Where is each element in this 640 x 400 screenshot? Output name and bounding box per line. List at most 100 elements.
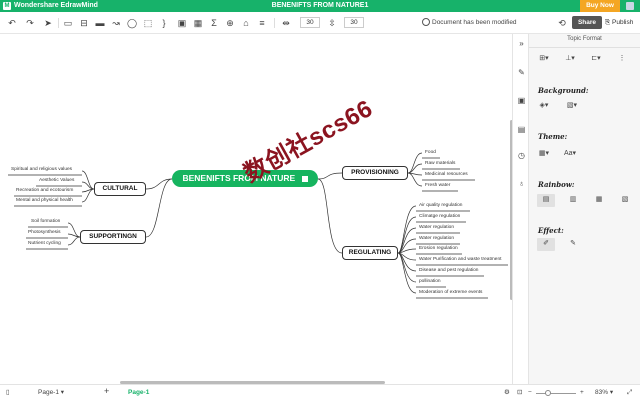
- image-icon[interactable]: ▣: [176, 17, 188, 29]
- fullscreen-icon[interactable]: ⤢: [627, 388, 632, 398]
- topic-icon[interactable]: ▭: [62, 17, 74, 29]
- share-button[interactable]: Share: [572, 16, 602, 29]
- subtopic[interactable]: Water Purification and waste treatment: [419, 257, 501, 262]
- theme-icon[interactable]: ▦▾: [537, 149, 551, 159]
- layout-icon[interactable]: ⊞▾: [537, 54, 551, 64]
- branch-label: CULTURAL: [102, 185, 138, 192]
- connector-lines: [8, 152, 508, 299]
- effect-label: Effect:: [538, 226, 564, 235]
- branch-label: SUPPORTINGN: [89, 233, 137, 240]
- zoom-level[interactable]: 83% ▾: [595, 388, 613, 398]
- subtopic[interactable]: Water regulation: [419, 225, 454, 230]
- boundary-icon[interactable]: ⬚: [142, 17, 154, 29]
- rainbow-3-icon[interactable]: ▦: [592, 195, 606, 205]
- table-icon[interactable]: ▦: [192, 17, 204, 29]
- connector-icon[interactable]: ⊏▾: [589, 54, 603, 64]
- branch-provisioning[interactable]: PROVISIONING: [342, 166, 408, 180]
- add-page-button[interactable]: +: [104, 386, 109, 396]
- tab-page-1[interactable]: Page-1: [128, 388, 149, 398]
- subtopic[interactable]: Erosion regulation: [419, 246, 458, 251]
- more-options-icon[interactable]: ⋮: [615, 54, 629, 64]
- subtopic[interactable]: Raw materials: [425, 161, 455, 166]
- panel-title: Topic Format: [567, 36, 602, 42]
- horizontal-spacing-icon: ⇹: [282, 18, 290, 28]
- rainbow-4-icon[interactable]: ▧: [618, 195, 632, 205]
- collapse-handle-icon[interactable]: [301, 175, 308, 182]
- pen-icon: ✐: [543, 240, 549, 247]
- page-tab-label: Page-1: [38, 389, 59, 396]
- structure-icon[interactable]: ⊥▾: [563, 54, 577, 64]
- zoom-out-icon[interactable]: −: [528, 388, 532, 398]
- send-icon[interactable]: ➤: [42, 17, 54, 29]
- relationship-icon[interactable]: ↝: [110, 17, 122, 29]
- subtopic[interactable]: Recreation and ecotourism: [16, 188, 73, 193]
- share-link-icon[interactable]: ⟲: [556, 17, 568, 29]
- status-bar: ▯ Page-1 ▾ + Page-1 ⚙ ⊡ − + 83% ▾ ⤢: [0, 384, 640, 400]
- page-style-icon[interactable]: ▤: [516, 124, 527, 135]
- zoom-slider-handle[interactable]: [545, 390, 551, 396]
- subtopic[interactable]: Photosynthesis: [28, 230, 61, 235]
- vertical-spacing-input[interactable]: 30: [344, 17, 364, 28]
- subtopic[interactable]: Nutrient cycling: [28, 241, 61, 246]
- branch-supporting[interactable]: SUPPORTINGN: [80, 230, 146, 244]
- subtopic[interactable]: Food: [425, 150, 436, 155]
- fit-icon[interactable]: ⊡: [517, 388, 522, 398]
- collapse-panel-icon[interactable]: »: [516, 38, 527, 49]
- idea-icon[interactable]: ♁: [516, 178, 527, 189]
- fill-color-icon[interactable]: ◈▾: [537, 101, 551, 111]
- image-panel-icon[interactable]: ▣: [516, 95, 527, 106]
- mindmap-canvas[interactable]: BENENIFTS FROM NATURE PROVISIONING REGUL…: [0, 34, 512, 384]
- history-icon[interactable]: [422, 18, 430, 26]
- subtopic[interactable]: Disease and pest regulation: [419, 268, 478, 273]
- theme-font-button[interactable]: Aa▾: [563, 149, 577, 159]
- publish-icon: ⎘: [605, 19, 613, 26]
- subtopic[interactable]: Spiritual and religious values: [11, 167, 72, 172]
- formula-icon[interactable]: Σ: [208, 17, 220, 29]
- page-panel-icon[interactable]: ▯: [6, 388, 10, 398]
- paint-icon[interactable]: ✎: [516, 67, 527, 78]
- undo-icon[interactable]: ↶: [6, 17, 18, 29]
- buy-now-button[interactable]: Buy Now: [580, 0, 620, 12]
- subtopic[interactable]: Soil formation: [31, 219, 60, 224]
- page-tab[interactable]: Page-1 ▾: [38, 388, 64, 398]
- avatar[interactable]: [626, 2, 634, 10]
- toolbar: ↶ ↷ ➤ ▭ ⊟ ▬ ↝ ◯ ⬚ } ▣ ▦ Σ ⊕ ⌂ ≡ ⇹ 30 ⇳ 3…: [0, 12, 640, 34]
- vertical-spacing-icon: ⇳: [328, 18, 336, 28]
- note-icon[interactable]: ≡: [256, 17, 268, 29]
- subtopic-icon[interactable]: ⊟: [78, 17, 90, 29]
- title-bar: M Wondershare EdrawMind BENENIFTS FROM N…: [0, 0, 640, 12]
- settings-icon[interactable]: ⚙: [504, 388, 510, 398]
- subtopic[interactable]: pollination: [419, 279, 441, 284]
- subtopic[interactable]: Mental and physical health: [16, 198, 73, 203]
- theme-label: Theme:: [538, 132, 568, 141]
- floating-topic-icon[interactable]: ▬: [94, 17, 106, 29]
- summary-icon[interactable]: }: [158, 17, 170, 29]
- zoom-in-icon[interactable]: +: [580, 388, 584, 398]
- rainbow-2-icon[interactable]: ▥: [566, 195, 580, 205]
- publish-label: Publish: [612, 19, 634, 26]
- subtopic[interactable]: Fresh water: [425, 183, 450, 188]
- hand-drawn-icon[interactable]: ✎: [566, 239, 580, 249]
- callout-icon[interactable]: ◯: [126, 17, 138, 29]
- branch-label: PROVISIONING: [351, 169, 399, 176]
- rainbow-label: Rainbow:: [538, 180, 575, 189]
- format-panel: Topic Format ⊞▾ ⊥▾ ⊏▾ ⋮ Background: ◈▾ ▧…: [529, 34, 640, 384]
- background-label: Background:: [538, 86, 589, 95]
- attachment-icon[interactable]: ⌂: [240, 17, 252, 29]
- subtopic[interactable]: Climatge regulation: [419, 214, 460, 219]
- hyperlink-icon[interactable]: ⊕: [224, 17, 236, 29]
- branch-label: REGULATING: [348, 249, 392, 256]
- branch-regulating[interactable]: REGULATING: [342, 246, 398, 260]
- clock-icon[interactable]: ◷: [516, 150, 527, 161]
- zoom-slider[interactable]: [536, 393, 576, 394]
- subtopic[interactable]: Aesthetic Values: [39, 178, 74, 183]
- horizontal-spacing-input[interactable]: 30: [300, 17, 320, 28]
- publish-button[interactable]: ⎘ Publish: [605, 16, 639, 29]
- branch-cultural[interactable]: CULTURAL: [94, 182, 146, 196]
- redo-icon[interactable]: ↷: [24, 17, 36, 29]
- subtopic[interactable]: Water regulation: [419, 236, 454, 241]
- subtopic[interactable]: Moderation of extreme events: [419, 290, 482, 295]
- background-image-icon[interactable]: ▧▾: [565, 101, 579, 111]
- subtopic[interactable]: Medicinal resources: [425, 172, 468, 177]
- subtopic[interactable]: Air quality regulation: [419, 203, 462, 208]
